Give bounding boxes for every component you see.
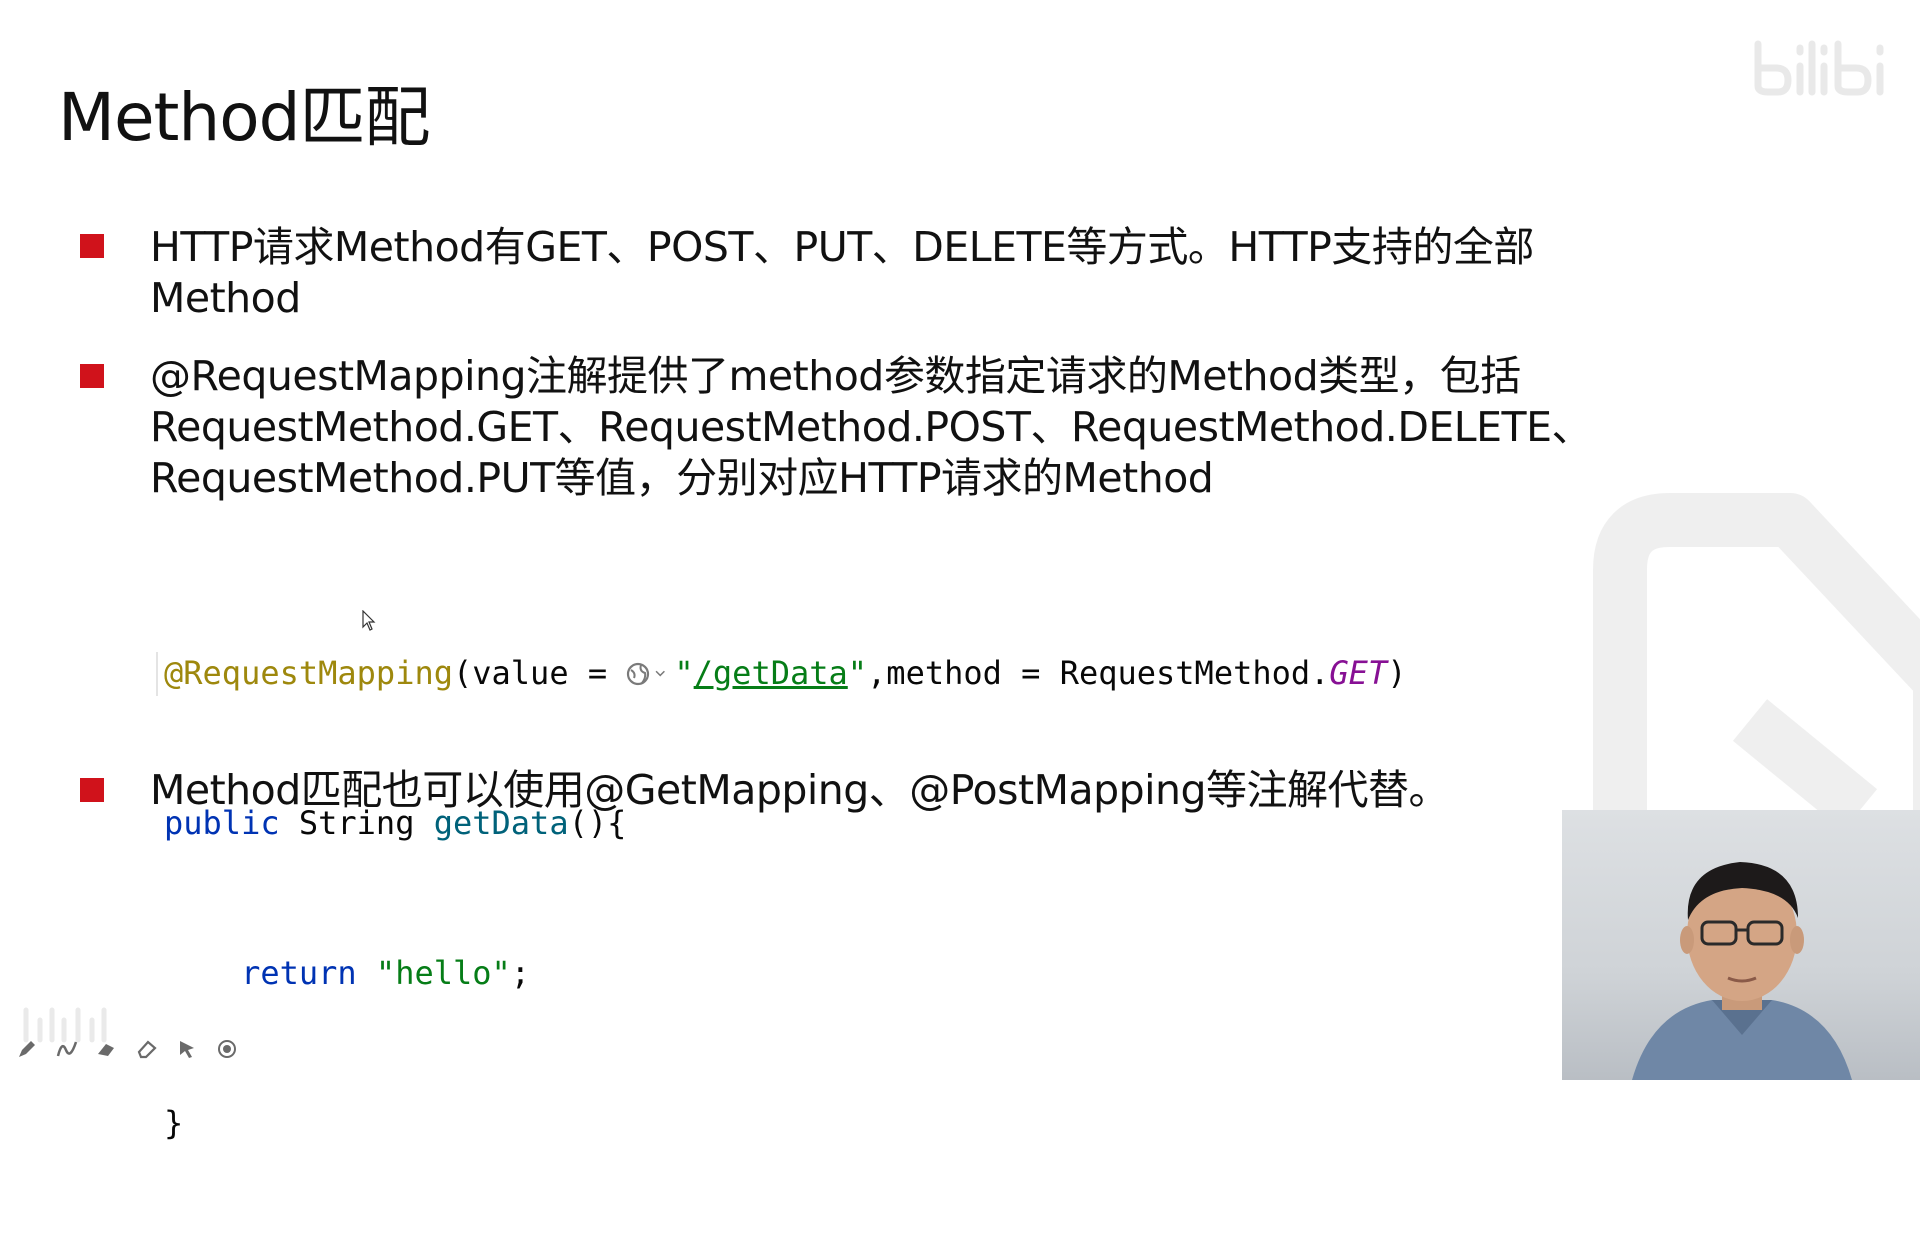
- bullet-2-line-2: RequestMethod.GET、RequestMethod.POST、Req…: [150, 403, 1593, 451]
- slide-title: Method匹配: [58, 79, 431, 156]
- code-string-quote: ": [847, 654, 868, 692]
- code-block: @RequestMapping(value = "/getData",metho…: [164, 548, 1406, 1248]
- watermark-logo-icon: [1754, 40, 1884, 96]
- code-line-4: }: [164, 1098, 1406, 1148]
- pen-icon: [19, 1041, 35, 1057]
- highlighter-icon: [98, 1044, 114, 1056]
- bullet-marker: [80, 364, 104, 388]
- webcam-video: [1562, 810, 1920, 1080]
- record-tool-button[interactable]: [214, 1036, 240, 1062]
- presenter-image: [1632, 862, 1852, 1080]
- code-constant: GET: [1329, 654, 1388, 692]
- bullet-text-3: Method匹配也可以使用@GetMapping、@PostMapping等注解…: [150, 765, 1630, 816]
- record-icon: [218, 1040, 236, 1058]
- bullet-marker: [80, 234, 104, 258]
- code-line-1: @RequestMapping(value = "/getData",metho…: [164, 648, 1406, 698]
- code-line-3: return "hello";: [164, 948, 1406, 998]
- bullet-2-line-1: @RequestMapping注解提供了method参数指定请求的Method类…: [150, 352, 1521, 400]
- curve-tool-button[interactable]: [54, 1036, 80, 1062]
- chevron-down-icon[interactable]: [654, 661, 672, 687]
- highlighter-tool-button[interactable]: [94, 1036, 120, 1062]
- pointer-icon: [180, 1041, 194, 1058]
- pen-tool-button[interactable]: [14, 1036, 40, 1062]
- globe-icon[interactable]: [626, 661, 652, 687]
- code-url[interactable]: /getData: [694, 654, 848, 692]
- bullet-marker: [80, 778, 104, 802]
- code-string-quote: ": [674, 654, 694, 692]
- slide: Method匹配 HTTP请求Method有GET、POST、PUT、DELET…: [0, 0, 1920, 1142]
- annotation-toolbar: [14, 1036, 240, 1062]
- code-text: (value =: [452, 654, 627, 692]
- code-text: ,method = RequestMethod.: [867, 654, 1330, 692]
- code-keyword: return: [241, 954, 357, 992]
- bullet-2-line-3: RequestMethod.PUT等值，分别对应HTTP请求的Method: [150, 454, 1214, 502]
- eraser-icon: [137, 1040, 157, 1059]
- eraser-tool-button[interactable]: [134, 1036, 160, 1062]
- curve-icon: [56, 1041, 78, 1057]
- pointer-tool-button[interactable]: [174, 1036, 200, 1062]
- bullet-3-line-1: Method匹配也可以使用@GetMapping、@PostMapping等注解…: [150, 766, 1450, 814]
- bullet-1-line-2: Method: [150, 274, 301, 322]
- code-string: "hello": [375, 954, 511, 992]
- code-brace: }: [164, 1104, 184, 1142]
- bullet-text-1: HTTP请求Method有GET、POST、PUT、DELETE等方式。HTTP…: [150, 222, 1630, 324]
- code-text: ;: [510, 954, 531, 992]
- mouse-cursor-icon: [362, 610, 376, 631]
- bullet-1-line-1: HTTP请求Method有GET、POST、PUT、DELETE等方式。HTTP…: [150, 223, 1534, 271]
- code-annotation: @RequestMapping: [164, 654, 453, 692]
- code-text: ): [1387, 654, 1407, 692]
- code-gutter-line: [156, 652, 158, 696]
- bullet-text-2: @RequestMapping注解提供了method参数指定请求的Method类…: [150, 351, 1630, 504]
